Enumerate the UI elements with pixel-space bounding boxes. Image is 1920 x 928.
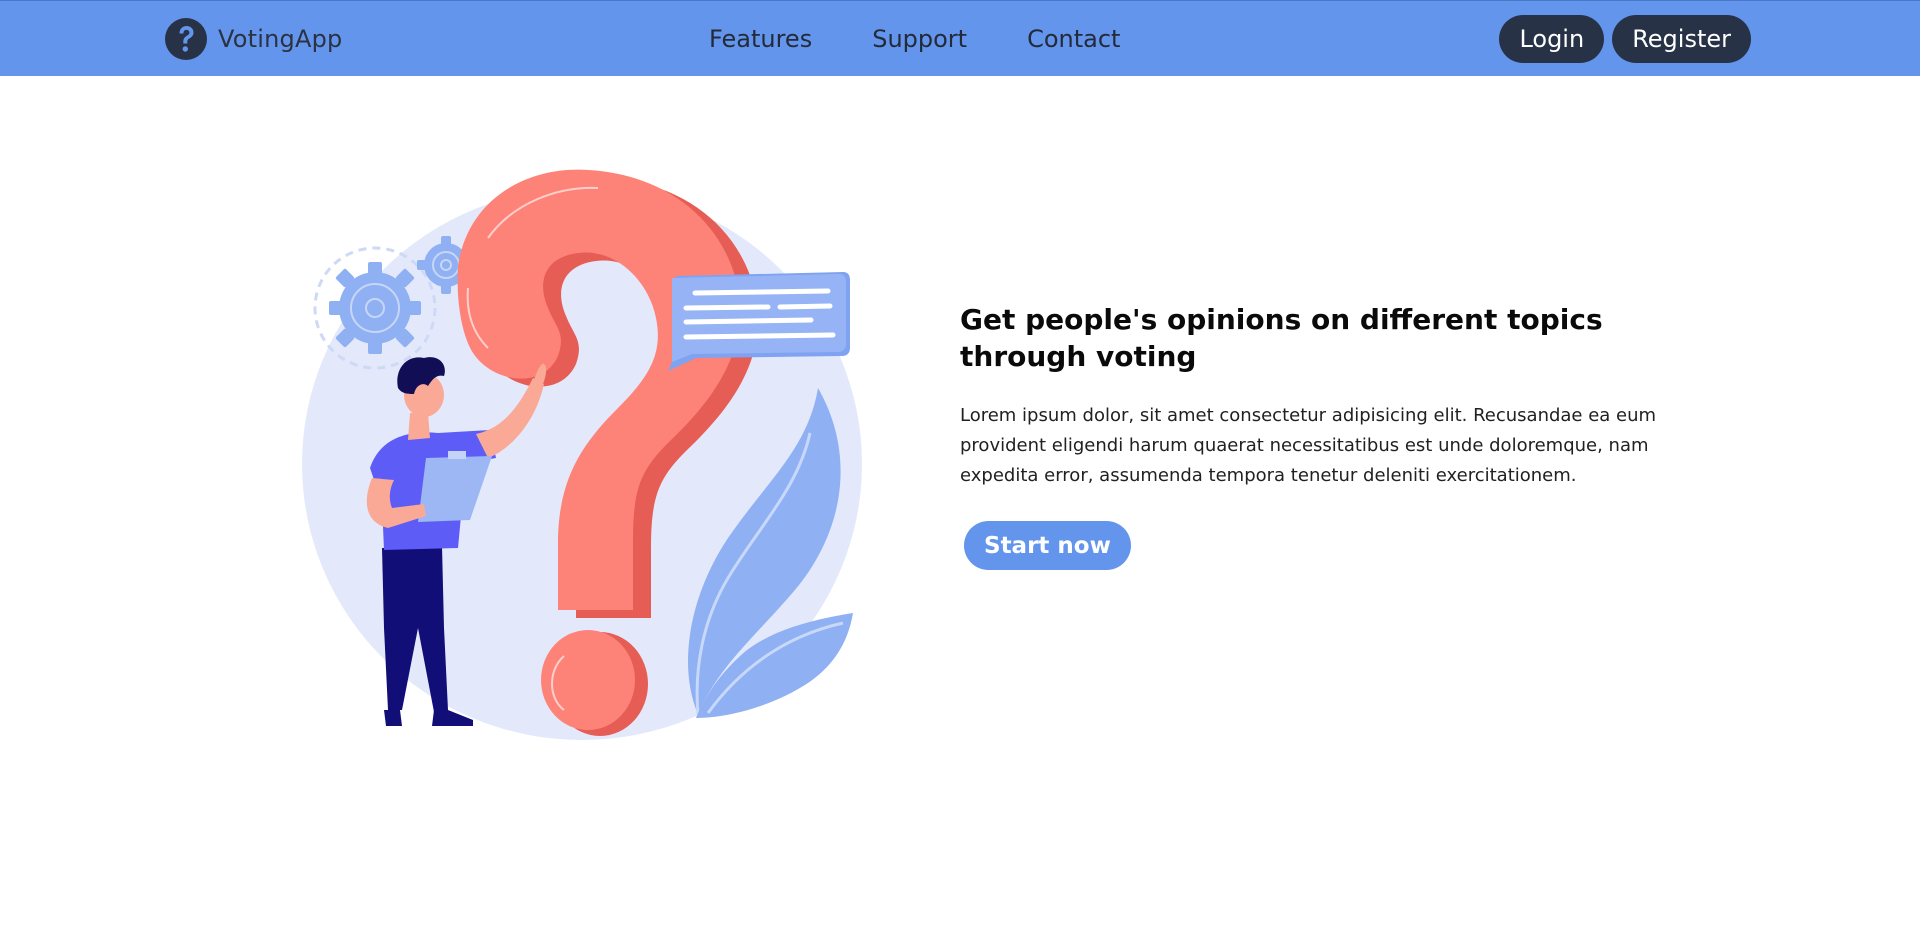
- top-navbar: VotingApp Features Support Contact Login…: [0, 0, 1920, 76]
- nav-link-contact[interactable]: Contact: [1027, 25, 1120, 53]
- auth-buttons: Login Register: [1491, 15, 1751, 63]
- hero-description: Lorem ipsum dolor, sit amet consectetur …: [960, 405, 1657, 486]
- nav-link-support[interactable]: Support: [872, 25, 967, 53]
- nav-link-features[interactable]: Features: [709, 25, 812, 53]
- hero-title: Get people's opinions on different topic…: [960, 303, 1603, 373]
- start-now-button[interactable]: Start now: [964, 521, 1131, 570]
- register-button[interactable]: Register: [1612, 15, 1751, 63]
- main-nav: Features Support Contact: [709, 1, 1120, 77]
- question-mark-circle-icon: [165, 18, 207, 60]
- person-with-question-mark-illustration: [302, 169, 862, 740]
- hero-content: Get people's opinions on different topic…: [960, 301, 1690, 570]
- brand-logo-link[interactable]: VotingApp: [165, 18, 342, 60]
- brand-name: VotingApp: [218, 25, 343, 53]
- login-button[interactable]: Login: [1499, 15, 1605, 63]
